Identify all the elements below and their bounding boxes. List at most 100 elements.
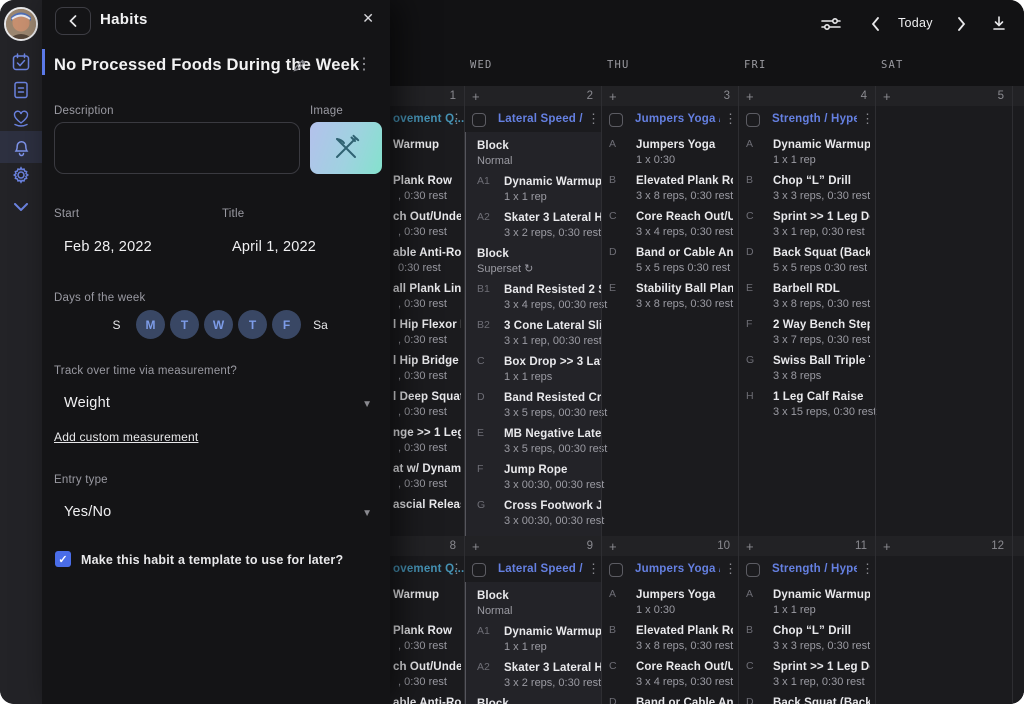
- filter-icon[interactable]: [820, 14, 842, 34]
- exercise-letter: D: [746, 246, 768, 258]
- add-workout-button[interactable]: +: [746, 89, 754, 104]
- block-subtitle: Normal: [477, 604, 601, 619]
- exercise-item: BChop “L” Drill3 x 3 reps, 0:30 rest: [738, 624, 875, 654]
- start-label: Start: [54, 208, 79, 220]
- template-checkbox[interactable]: ✓: [55, 551, 71, 567]
- workout-menu-kebab-icon[interactable]: ⋮: [861, 112, 874, 125]
- workout-complete-checkbox[interactable]: [609, 113, 623, 127]
- exercise-title: Elevated Plank Row: [636, 174, 733, 189]
- day-toggle-m[interactable]: M: [136, 310, 165, 339]
- exercise-letter: F: [477, 463, 499, 475]
- sidebar-item-documents[interactable]: [0, 75, 42, 105]
- workout-title[interactable]: Jumpers Yoga / Core: [635, 563, 720, 575]
- add-workout-button[interactable]: +: [746, 539, 754, 554]
- edit-pencil-icon[interactable]: [292, 58, 307, 78]
- week-day-strip: 8+9+10+11+12: [390, 536, 1024, 556]
- sidebar-item-settings[interactable]: [0, 160, 42, 190]
- workout-complete-checkbox[interactable]: [472, 113, 486, 127]
- exercise-sets: 1 x 1 rep: [504, 640, 601, 655]
- exercise-item: DBand or Cable Anti Rotati...5 x 5 reps …: [601, 246, 738, 276]
- next-week-button[interactable]: [950, 14, 972, 34]
- exercise-item: B1Band Resisted 2 Step Late...3 x 4 reps…: [466, 283, 601, 313]
- description-input[interactable]: [54, 122, 300, 174]
- workout-menu-kebab-icon[interactable]: ⋮: [587, 562, 600, 575]
- exercise-title: l Hip Flexor Rais...: [393, 318, 461, 333]
- workout-title[interactable]: Jumpers Yoga / Core: [635, 113, 720, 125]
- workout-menu-kebab-icon[interactable]: ⋮: [724, 562, 737, 575]
- day-number: 11: [845, 540, 867, 552]
- workout-title[interactable]: Strength / Hypertro...: [772, 113, 857, 125]
- workout-menu-kebab-icon[interactable]: ⋮: [450, 562, 463, 575]
- day-number: 12: [982, 540, 1004, 552]
- exercise-item: AJumpers Yoga1 x 0:30: [601, 138, 738, 168]
- measurement-select-caret-icon[interactable]: ▼: [362, 399, 372, 410]
- back-button[interactable]: [55, 7, 91, 35]
- sidebar-item-calendar[interactable]: [0, 47, 42, 77]
- template-checkbox-label: Make this habit a template to use for la…: [81, 553, 343, 567]
- exercise-title: Dynamic Warmup: [504, 175, 601, 190]
- workout-complete-checkbox[interactable]: [746, 563, 760, 577]
- workout-complete-checkbox[interactable]: [609, 563, 623, 577]
- habit-menu-kebab-icon[interactable]: ⋮: [356, 57, 372, 73]
- sidebar-more-chevron[interactable]: [0, 192, 42, 222]
- workout-complete-checkbox[interactable]: [472, 563, 486, 577]
- today-button[interactable]: Today: [898, 16, 933, 30]
- sidebar-item-health[interactable]: [0, 103, 42, 133]
- workout-title[interactable]: Strength / Hypertro...: [772, 563, 857, 575]
- exercise-item: DBack Squat (Back Off Set)5 x 5 reps 0:3…: [738, 696, 875, 704]
- exercise-title: Band or Cable Anti Rotati...: [636, 696, 733, 704]
- sidebar-item-notifications[interactable]: [0, 131, 42, 163]
- add-workout-button[interactable]: +: [609, 89, 617, 104]
- exercise-title: Band or Cable Anti Rotati...: [636, 246, 733, 261]
- prev-week-button[interactable]: [864, 14, 886, 34]
- exercise-sets: , 0:30 rest: [393, 225, 464, 240]
- workout-complete-checkbox[interactable]: [746, 113, 760, 127]
- day-number: 3: [708, 90, 730, 102]
- add-workout-button[interactable]: +: [883, 89, 891, 104]
- exercise-item: ADynamic Warmup1 x 1 rep: [738, 138, 875, 168]
- day-toggle-f[interactable]: F: [272, 310, 301, 339]
- day-toggle-sa[interactable]: Sa: [306, 310, 335, 339]
- add-workout-button[interactable]: +: [472, 539, 480, 554]
- workout-menu-kebab-icon[interactable]: ⋮: [587, 112, 600, 125]
- user-avatar[interactable]: [4, 7, 38, 41]
- day-toggle-t[interactable]: T: [170, 310, 199, 339]
- exercise-sets: 3 x 8 reps: [773, 369, 875, 384]
- exercise-title: Warmup: [393, 138, 461, 153]
- exercise-title: Skater 3 Lateral Hops >> ...: [504, 211, 601, 226]
- entry-type-select-caret-icon[interactable]: ▼: [362, 508, 372, 519]
- workout-menu-kebab-icon[interactable]: ⋮: [861, 562, 874, 575]
- day-toggle-w[interactable]: W: [204, 310, 233, 339]
- day-toggle-s[interactable]: S: [102, 310, 131, 339]
- exercise-title: able Anti-Rotati...: [393, 246, 461, 261]
- start-date-value[interactable]: Feb 28, 2022: [64, 239, 152, 255]
- workout-card-header: Jumpers Yoga / Core ⋮: [601, 112, 738, 130]
- exercise-sets: 3 x 3 reps, 0:30 rest: [773, 639, 875, 654]
- exercise-letter: C: [746, 210, 768, 222]
- day-number: 5: [982, 90, 1004, 102]
- entry-type-select-value[interactable]: Yes/No: [64, 504, 111, 520]
- workout-card-body: ADynamic Warmup1 x 1 repBChop “L” Drill3…: [738, 138, 875, 426]
- end-date-value[interactable]: April 1, 2022: [232, 239, 316, 255]
- exercise-letter: D: [609, 696, 631, 704]
- add-workout-button[interactable]: +: [472, 89, 480, 104]
- day-toggle-t[interactable]: T: [238, 310, 267, 339]
- close-icon[interactable]: ✕: [362, 10, 374, 27]
- add-workout-button[interactable]: +: [883, 539, 891, 554]
- exercise-title: Jump Rope: [504, 463, 601, 478]
- exercise-title: Jumpers Yoga: [636, 588, 733, 603]
- workout-menu-kebab-icon[interactable]: ⋮: [450, 112, 463, 125]
- add-workout-button[interactable]: +: [609, 539, 617, 554]
- download-icon[interactable]: [988, 14, 1010, 34]
- workout-menu-kebab-icon[interactable]: ⋮: [724, 112, 737, 125]
- exercise-title: Elevated Plank Row: [636, 624, 733, 639]
- workout-title[interactable]: Lateral Speed / Plyo: [498, 563, 583, 575]
- workout-title[interactable]: Lateral Speed / Plyo: [498, 113, 583, 125]
- exercise-letter: A: [746, 138, 768, 150]
- add-custom-measurement-link[interactable]: Add custom measurement: [54, 430, 198, 444]
- exercise-title: Dynamic Warmup: [504, 625, 601, 640]
- habit-image-tile[interactable]: [310, 122, 382, 174]
- measurement-select-value[interactable]: Weight: [64, 395, 110, 411]
- exercise-letter: C: [477, 355, 499, 367]
- exercise-item: able Anti-Rotati...0:30 rest: [390, 246, 464, 276]
